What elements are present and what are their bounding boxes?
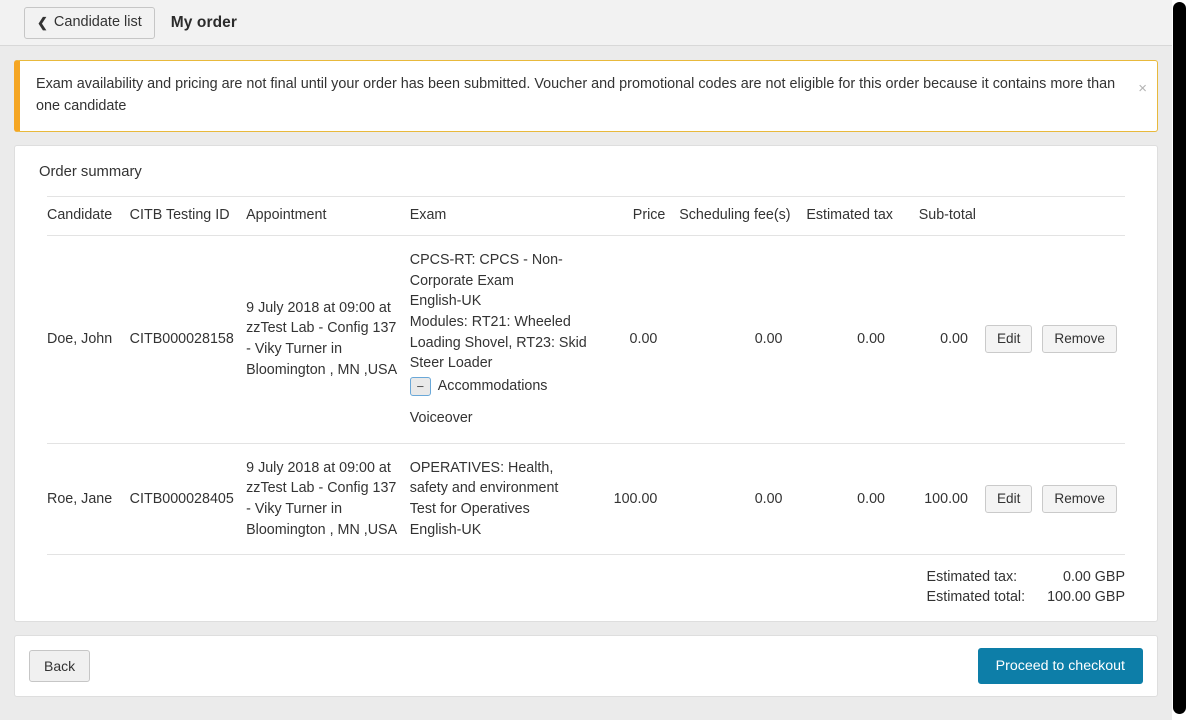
cell-scheduling-fee: 0.00 [665, 443, 791, 556]
column-header-candidate: Candidate [47, 195, 130, 236]
cell-estimated-tax: 0.00 [790, 443, 893, 556]
alert-container: Exam availability and pricing are not fi… [0, 46, 1172, 132]
top-bar: ❮ Candidate list My order [0, 0, 1172, 46]
table-header-row: Candidate CITB Testing ID Appointment Ex… [47, 195, 1125, 236]
candidate-list-button-label: Candidate list [53, 14, 142, 31]
scrollbar-thumb[interactable] [1173, 2, 1186, 714]
exam-details: OPERATIVES: Health, safety and environme… [410, 458, 588, 541]
browser-viewport: ❮ Candidate list My order Exam availabil… [0, 0, 1191, 720]
accommodations-label: Accommodations [437, 378, 548, 395]
cell-estimated-tax: 0.00 [790, 235, 893, 444]
page-content: ❮ Candidate list My order Exam availabil… [0, 0, 1172, 720]
remove-button[interactable]: Remove [1042, 325, 1117, 354]
totals-table: Estimated tax: 0.00 GBP Estimated total:… [927, 567, 1125, 607]
cell-subtotal: 0.00 [892, 235, 976, 444]
order-summary-card: Order summary Candidate CITB Testing ID … [14, 144, 1158, 623]
exam-details: CPCS-RT: CPCS - Non-Corporate Exam Engli… [409, 250, 588, 429]
order-summary-container: Order summary Candidate CITB Testing ID … [0, 132, 1172, 623]
cell-scheduling-fee: 0.00 [665, 235, 791, 444]
exam-name: OPERATIVES: Health, safety and environme… [409, 459, 559, 517]
back-button[interactable]: Back [29, 650, 91, 683]
footer-container: Back Proceed to checkout [0, 622, 1172, 711]
column-header-estimated-tax: Estimated tax [790, 195, 893, 236]
cell-candidate: Doe, John [47, 235, 130, 444]
totals-row-total: Estimated total: 100.00 GBP [927, 587, 1125, 607]
estimated-total-label: Estimated total: [926, 589, 1026, 606]
candidate-list-back-button[interactable]: ❮ Candidate list [24, 6, 155, 39]
column-header-appointment: Appointment [246, 195, 410, 236]
column-header-testing-id: CITB Testing ID [129, 195, 247, 236]
footer-bar: Back Proceed to checkout [14, 635, 1158, 698]
exam-language: English-UK [409, 293, 482, 310]
order-table: Candidate CITB Testing ID Appointment Ex… [47, 195, 1125, 556]
cell-candidate: Roe, Jane [47, 443, 130, 556]
estimated-tax-label: Estimated tax: [926, 569, 1018, 586]
column-header-exam: Exam [409, 195, 596, 236]
accommodations-collapse-toggle-icon[interactable]: − [409, 376, 431, 396]
column-header-actions [975, 195, 1125, 236]
accommodations-row: − Accommodations [409, 376, 588, 397]
exam-language: English-UK [409, 521, 482, 538]
exam-name: CPCS-RT: CPCS - Non-Corporate Exam [409, 251, 563, 289]
order-table-head: Candidate CITB Testing ID Appointment Ex… [47, 195, 1125, 236]
edit-button[interactable]: Edit [984, 325, 1033, 354]
order-totals: Estimated tax: 0.00 GBP Estimated total:… [47, 555, 1125, 607]
chevron-left-icon: ❮ [37, 15, 48, 30]
cell-actions: Edit Remove [975, 443, 1125, 556]
totals-row-tax: Estimated tax: 0.00 GBP [927, 567, 1125, 587]
accommodations-value: Voiceover [409, 409, 473, 426]
column-header-subtotal: Sub-total [892, 195, 976, 236]
cell-appointment: 9 July 2018 at 09:00 at zzTest Lab - Con… [246, 235, 410, 444]
proceed-to-checkout-button[interactable]: Proceed to checkout [977, 648, 1143, 685]
remove-button[interactable]: Remove [1042, 484, 1117, 514]
table-row: Roe, Jane CITB000028405 9 July 2018 at 0… [47, 443, 1125, 556]
estimated-tax-value: 0.00 GBP [1063, 569, 1125, 586]
estimated-total-value: 100.00 GBP [1047, 589, 1125, 606]
close-icon[interactable]: × [1138, 81, 1147, 96]
page-title: My order [170, 13, 238, 31]
warning-alert: Exam availability and pricing are not fi… [14, 60, 1158, 132]
cell-exam: OPERATIVES: Health, safety and environme… [409, 443, 596, 556]
cell-price: 100.00 [595, 443, 666, 556]
order-summary-heading: Order summary [39, 163, 142, 180]
table-row: Doe, John CITB000028158 9 July 2018 at 0… [47, 235, 1125, 444]
cell-subtotal: 100.00 [892, 443, 976, 556]
cell-actions: Edit Remove [975, 235, 1125, 444]
cell-price: 0.00 [595, 235, 666, 444]
column-header-price: Price [595, 195, 666, 236]
cell-testing-id: CITB000028158 [129, 235, 247, 444]
cell-exam: CPCS-RT: CPCS - Non-Corporate Exam Engli… [409, 235, 596, 444]
cell-appointment: 9 July 2018 at 09:00 at zzTest Lab - Con… [246, 443, 410, 556]
browser-scrollbar[interactable] [1172, 0, 1191, 720]
column-header-scheduling-fee: Scheduling fee(s) [665, 195, 791, 236]
cell-testing-id: CITB000028405 [129, 443, 247, 556]
edit-button[interactable]: Edit [984, 484, 1033, 514]
exam-modules: Modules: RT21: Wheeled Loading Shovel, R… [409, 313, 587, 372]
order-table-body: Doe, John CITB000028158 9 July 2018 at 0… [47, 235, 1125, 556]
alert-message: Exam availability and pricing are not fi… [36, 76, 1116, 114]
